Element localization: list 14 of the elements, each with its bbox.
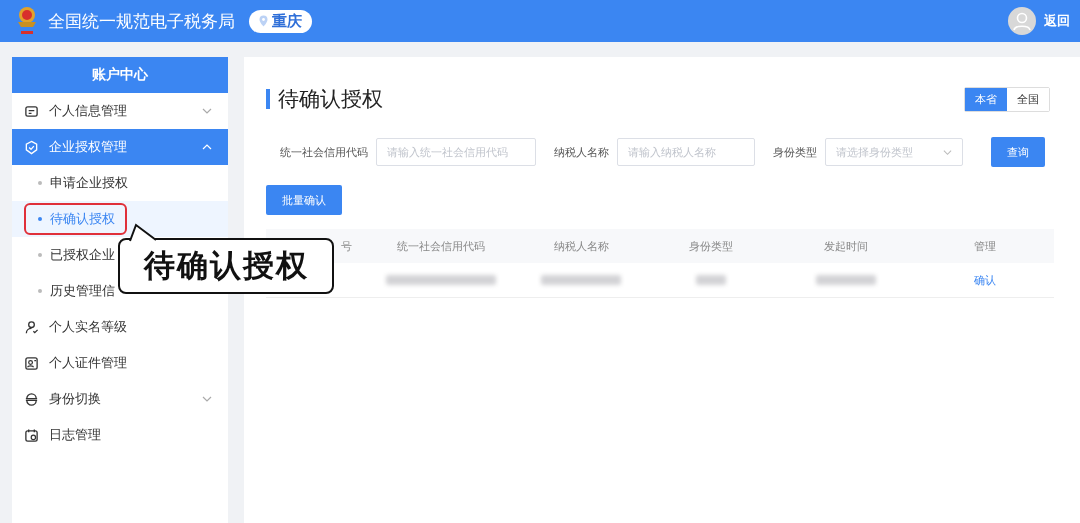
submenu-label: 待确认授权	[24, 203, 127, 235]
page-title: 待确认授权	[278, 86, 384, 113]
site-title: 全国统一规范电子税务局	[48, 9, 235, 33]
filter-label: 统一社会信用代码	[280, 144, 368, 160]
column-header: 统一社会信用代码	[396, 238, 486, 254]
column-header: 管理	[973, 238, 997, 254]
column-header: 纳税人名称	[552, 238, 610, 254]
submenu-label: 申请企业授权	[24, 167, 140, 199]
filter-label: 纳税人名称	[554, 144, 609, 160]
column-header: 身份类型	[688, 238, 734, 254]
sidebar-title: 账户中心	[12, 57, 228, 93]
column-header: 发起时间	[823, 238, 869, 254]
filter-label: 身份类型	[773, 144, 817, 160]
column-header: 号	[340, 238, 353, 254]
